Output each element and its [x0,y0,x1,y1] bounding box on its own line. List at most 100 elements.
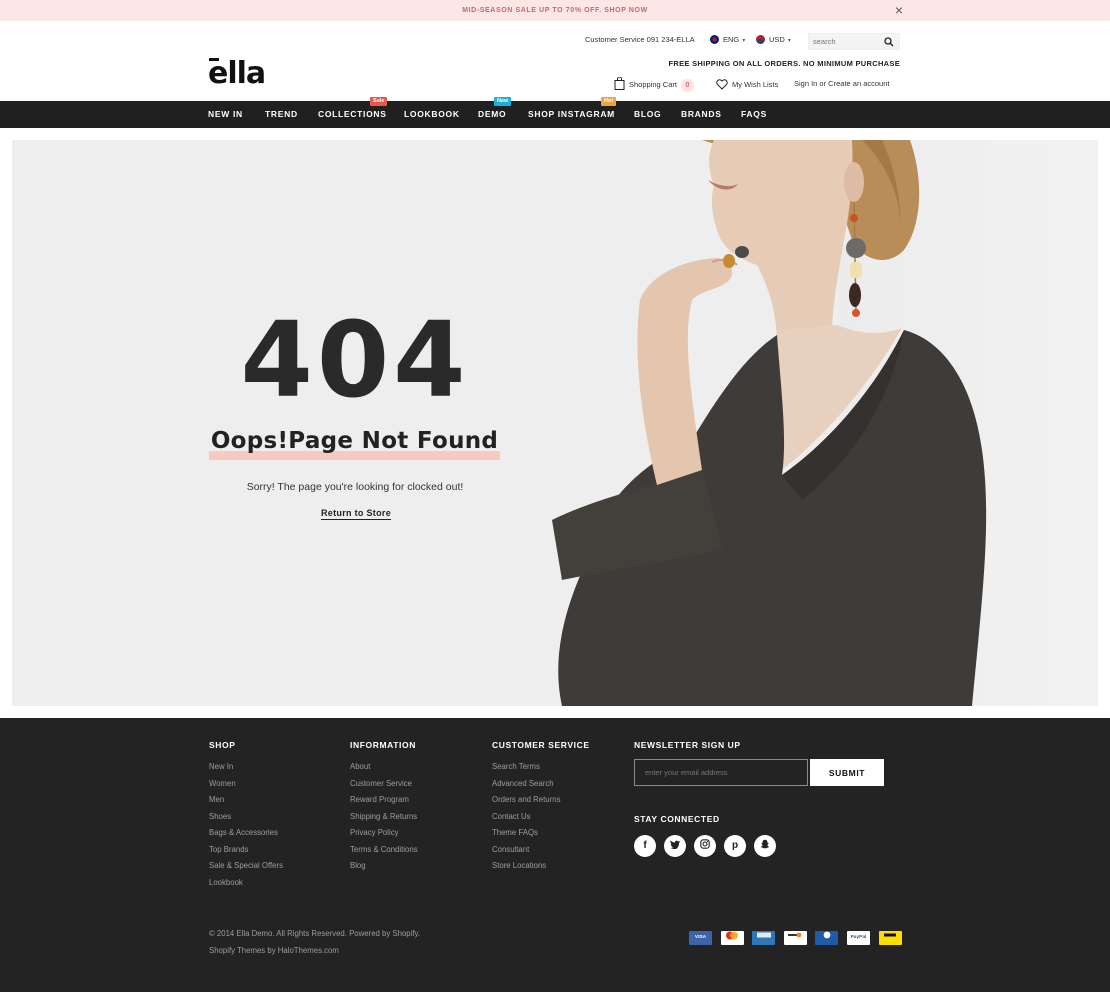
signin-link[interactable]: Sign In or Create an account [794,79,889,88]
footer-link[interactable]: Search Terms [492,759,590,776]
error-hero: 404 Oops!Page Not Found Sorry! The page … [12,140,1098,706]
shopping-bag-icon [614,77,625,90]
footer-link[interactable]: Contact Us [492,809,590,826]
nav-item-lookbook[interactable]: LOOKBOOK [404,101,460,128]
shopping-cart-link[interactable]: Shopping Cart 0 [614,77,694,92]
theme-credit-link[interactable]: Shopify Themes by HaloThemes.com [209,946,339,955]
error-title-wrap: Oops!Page Not Found [209,428,500,462]
instagram-icon[interactable] [694,835,716,857]
footer-link[interactable]: Customer Service [350,776,418,793]
footer-link[interactable]: New In [209,759,283,776]
footer-heading: INFORMATION [350,740,416,750]
nav-item-demo[interactable]: DEMO New [478,97,512,128]
return-to-store-link[interactable]: Return to Store [321,508,392,520]
footer-link[interactable]: Shipping & Returns [350,809,418,826]
hot-badge: Hot [601,97,617,106]
nav-label: FAQS [741,109,767,119]
search-icon[interactable] [884,37,894,47]
footer-heading: CUSTOMER SERVICE [492,740,590,750]
newsletter-email-input[interactable] [634,759,808,786]
footer-customer-service-column: CUSTOMER SERVICE Search Terms Advanced S… [492,740,590,875]
paypal-icon: PayPal [846,931,870,945]
error-code: 404 [240,299,470,421]
nav-label: LOOKBOOK [404,109,460,119]
footer-link[interactable]: Shoes [209,809,283,826]
chevron-down-icon: ▾ [787,38,791,44]
nav-item-trend[interactable]: TREND [265,101,298,128]
stay-connected-heading: STAY CONNECTED [634,814,720,824]
nav-label: BLOG [634,109,662,119]
announcement-text[interactable]: MID-SEASON SALE UP TO 70% OFF. SHOP NOW [0,0,1110,21]
payment-methods: VISA PayPal [689,931,910,946]
footer-link[interactable]: Privacy Policy [350,825,418,842]
footer-newsletter-column: NEWSLETTER SIGN UP SUBMIT STAY CONNECTED… [634,740,894,870]
footer-link[interactable]: Consultant [492,842,590,859]
nav-item-collections[interactable]: COLLECTIONS Sale [318,97,388,128]
footer-link[interactable]: Orders and Returns [492,792,590,809]
footer-link[interactable]: Lookbook [209,875,283,892]
diners-icon [815,931,839,945]
site-header: Customer Service 091 234-ELLA ENG ▾ USD ▾ … [0,21,1110,101]
nav-label: COLLECTIONS [318,109,387,119]
error-message: Sorry! The page you're looking for clock… [246,481,464,493]
currency-selector[interactable]: USD ▾ [756,35,791,44]
footer-link[interactable]: Advanced Search [492,776,590,793]
footer-link[interactable]: Blog [350,858,418,875]
footer-heading: SHOP [209,740,236,750]
nav-item-faqs[interactable]: FAQS [741,101,767,128]
amex-icon [752,931,776,945]
footer-link[interactable]: Theme FAQs [492,825,590,842]
customer-service-text: Customer Service 091 234-ELLA [585,35,695,44]
chevron-down-icon: ▾ [742,38,746,44]
main-nav: NEW IN TREND COLLECTIONS Sale LOOKBOOK D… [0,97,1110,128]
social-links: fp [634,835,784,857]
footer-link[interactable]: Women [209,776,283,793]
site-footer: SHOP New In Women Men Shoes Bags & Acces… [0,718,1110,992]
snapchat-icon[interactable] [754,835,776,857]
footer-link[interactable]: Top Brands [209,842,283,859]
wishlist-label: My Wish Lists [732,80,779,89]
cart-label: Shopping Cart [629,80,677,89]
nav-label: DEMO [478,109,507,119]
facebook-icon[interactable]: f [634,835,656,857]
footer-link[interactable]: Reward Program [350,792,418,809]
nav-item-new-in[interactable]: NEW IN [208,101,243,128]
footer-shop-column: SHOP New In Women Men Shoes Bags & Acces… [209,740,283,891]
heart-icon [716,79,728,90]
search-input[interactable] [813,35,881,48]
search-box [808,33,900,50]
copyright-text: © 2014 Ella Demo. All Rights Reserved. P… [209,929,421,938]
footer-heading: NEWSLETTER SIGN UP [634,740,741,750]
nav-item-shop-instagram[interactable]: SHOP INSTAGRAM Hot [528,97,617,128]
nav-item-brands[interactable]: BRANDS [681,101,722,128]
nav-label: BRANDS [681,109,722,119]
error-title: Oops!Page Not Found [210,428,499,454]
footer-link[interactable]: Store Locations [492,858,590,875]
footer-information-column: INFORMATION About Customer Service Rewar… [350,740,418,875]
uk-flag-icon [710,35,719,44]
pinterest-icon[interactable]: p [724,835,746,857]
newsletter-submit-button[interactable]: SUBMIT [810,759,884,786]
mastercard-icon [720,931,744,945]
nav-label: NEW IN [208,109,243,119]
visa-icon: VISA [689,931,712,945]
language-selector[interactable]: ENG ▾ [710,35,745,44]
model-photo [552,140,987,706]
discover-icon [783,931,807,945]
new-badge: New [494,97,512,106]
footer-link[interactable]: About [350,759,418,776]
twitter-icon[interactable] [664,835,686,857]
nav-label: SHOP INSTAGRAM [528,109,615,119]
wishlist-link[interactable]: My Wish Lists [716,79,778,90]
nav-label: TREND [265,109,298,119]
announcement-bar: MID-SEASON SALE UP TO 70% OFF. SHOP NOW … [0,0,1110,21]
footer-link[interactable]: Bags & Accessories [209,825,283,842]
sale-badge: Sale [370,97,388,106]
footer-link[interactable]: Sale & Special Offers [209,858,283,875]
footer-link[interactable]: Men [209,792,283,809]
language-label: ENG [723,35,740,44]
close-icon[interactable]: × [893,3,905,17]
nav-item-blog[interactable]: BLOG [634,101,661,128]
footer-link[interactable]: Terms & Conditions [350,842,418,859]
western-union-icon [878,931,902,945]
